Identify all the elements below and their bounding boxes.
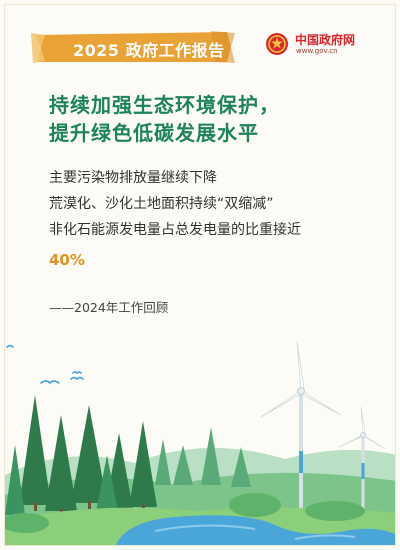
headline-line-2: 提升绿色低碳发展水平 bbox=[49, 121, 259, 145]
headline-line-1: 持续加强生态环境保护， bbox=[49, 93, 280, 117]
body-line-1: 主要污染物排放量继续下降 bbox=[49, 170, 217, 186]
source-attribution: ——2024年工作回顾 bbox=[49, 300, 169, 315]
body-line-2: 荒漠化、沙化土地面积持续“双缩减” bbox=[49, 196, 274, 212]
body-text: 主要污染物排放量继续下降 荒漠化、沙化土地面积持续“双缩减” 非化石能源发电量占… bbox=[49, 165, 369, 243]
headline: 持续加强生态环境保护， 提升绿色低碳发展水平 bbox=[49, 91, 369, 147]
poster-card: 2025 政府工作报告 中国政府网 www.gov.cn 持续加强生态环境保护，… bbox=[4, 4, 396, 546]
report-title: 2025 政府工作报告 bbox=[73, 41, 225, 60]
body-line-3: 非化石能源发电量占总发电量的比重接近 bbox=[49, 222, 301, 238]
landscape-illustration bbox=[5, 335, 395, 545]
national-emblem-icon bbox=[266, 33, 288, 55]
logo-site-url: www.gov.cn bbox=[296, 47, 338, 55]
highlight-percentage: 40% bbox=[49, 251, 85, 269]
logo-site-name: 中国政府网 bbox=[295, 33, 356, 47]
report-title-ribbon: 2025 政府工作报告 bbox=[31, 29, 237, 65]
gov-logo[interactable]: 中国政府网 www.gov.cn bbox=[265, 31, 375, 59]
